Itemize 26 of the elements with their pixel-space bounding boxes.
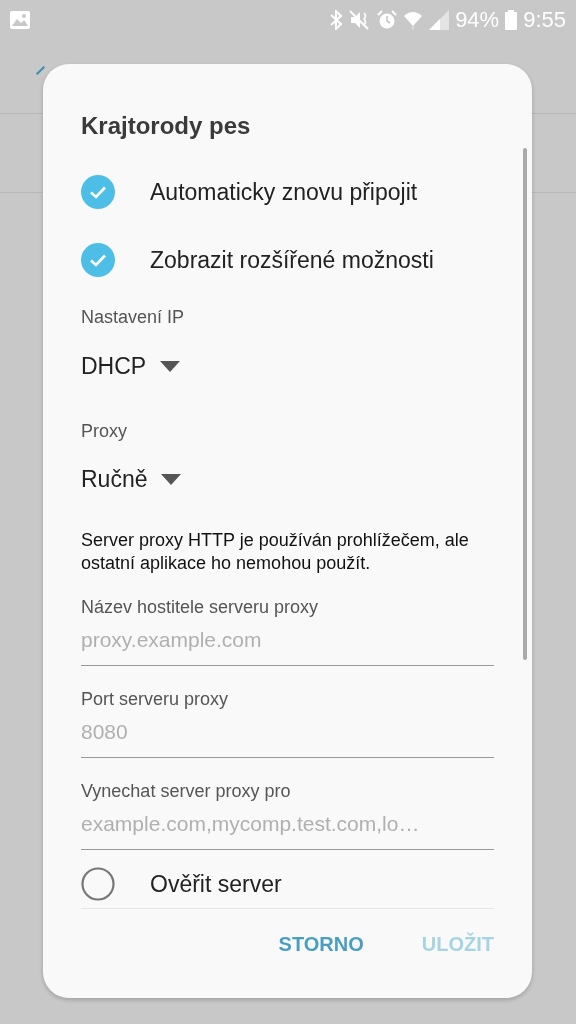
- proxy-dropdown[interactable]: Ručně: [81, 466, 182, 493]
- input-field[interactable]: proxy.example.com: [81, 618, 494, 666]
- radio-button[interactable]: [81, 867, 115, 901]
- ip-settings-dropdown[interactable]: DHCP: [81, 353, 181, 380]
- option-label[interactable]: Zobrazit rozšířené možnosti: [150, 246, 434, 274]
- signal-icon: [429, 10, 450, 30]
- caret-icon: [160, 361, 181, 372]
- checkbox[interactable]: [81, 243, 115, 277]
- bluetooth-icon: [329, 10, 344, 30]
- field-label: Nastavení IP: [81, 307, 186, 328]
- checkbox[interactable]: [81, 175, 115, 209]
- field-label: Proxy: [81, 421, 128, 442]
- field-label: Port serveru proxy: [81, 689, 230, 710]
- input-field[interactable]: 8080: [81, 710, 494, 758]
- proxy-note: Server proxy HTTP je používán prohlížečem, ale ostatní aplikace ho nemohou použít.: [81, 529, 470, 575]
- input-field[interactable]: example.com,mycomp.test.com,lo…: [81, 802, 494, 850]
- option-label[interactable]: Automaticky znovu připojit: [150, 178, 418, 206]
- caret-icon: [161, 474, 182, 485]
- dialog-title: Krajtorody pes: [80, 111, 252, 141]
- alarm-icon: [377, 10, 398, 30]
- option-label[interactable]: Ověřit server: [150, 870, 282, 898]
- image-icon: [10, 11, 30, 29]
- battery-icon: [505, 10, 518, 30]
- field-label: Vynechat server proxy pro: [81, 781, 292, 802]
- field-label: Název hostitele serveru proxy: [81, 597, 320, 618]
- wifi-icon: [403, 10, 424, 30]
